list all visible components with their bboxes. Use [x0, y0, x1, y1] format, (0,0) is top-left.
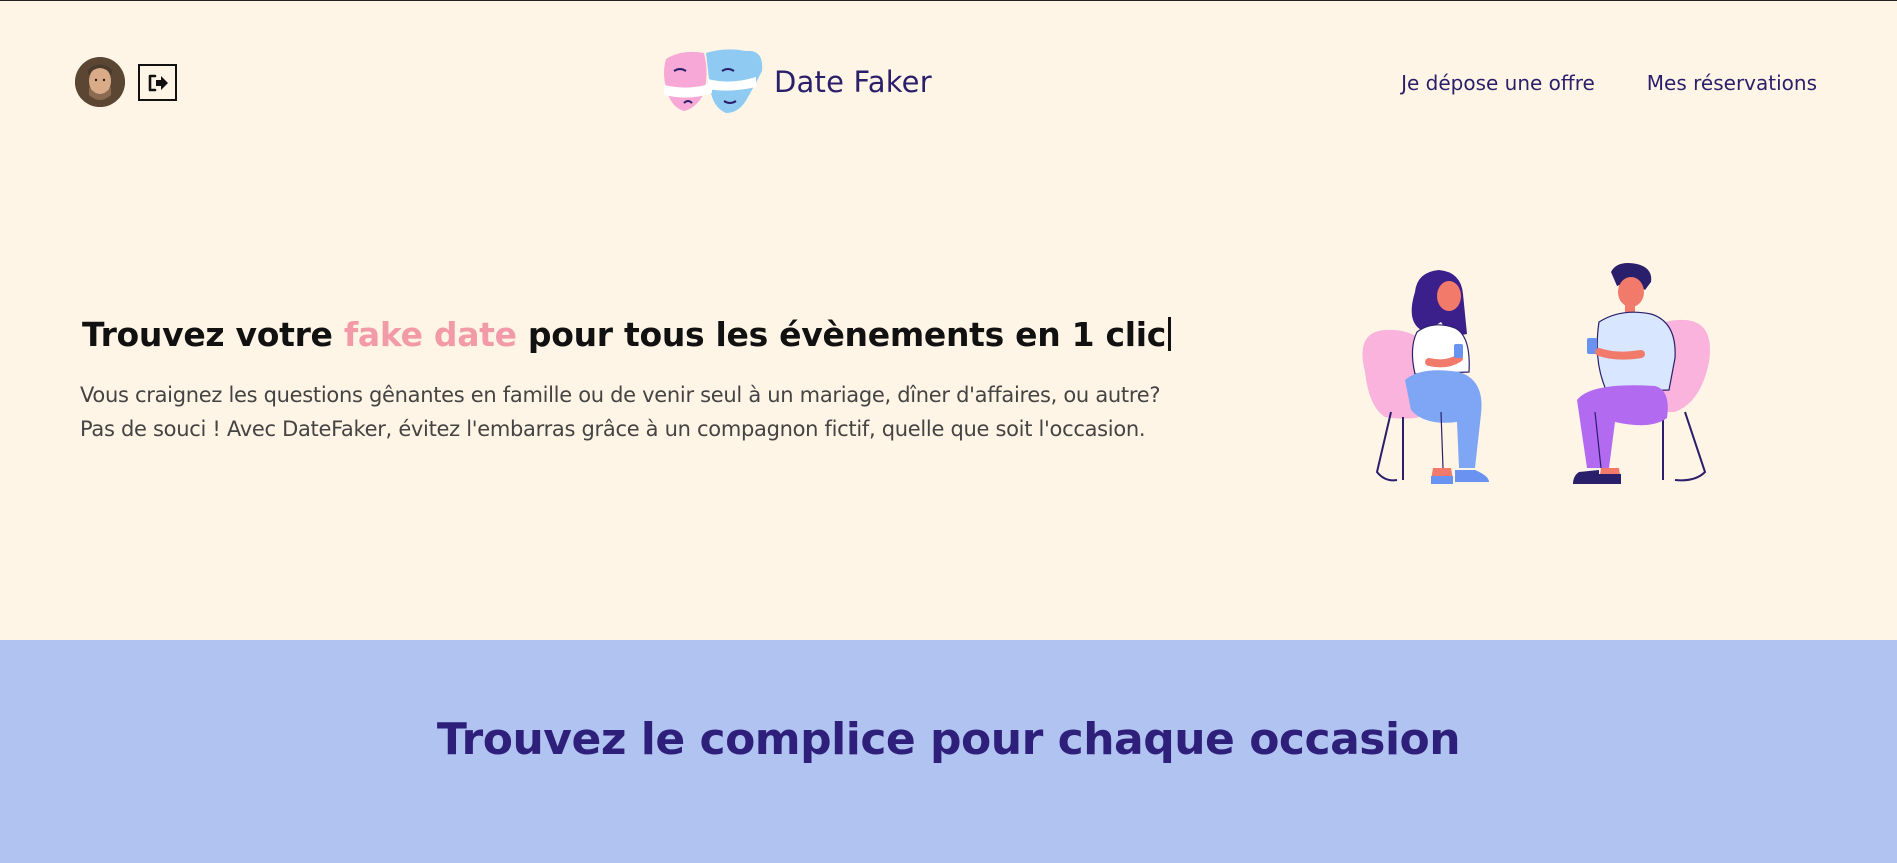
- hero-description-line-1: Vous craignez les questions gênantes en …: [80, 383, 1161, 407]
- user-avatar[interactable]: [75, 57, 125, 107]
- hero-title-start: Trouvez votre: [82, 315, 344, 354]
- nav-link-deposer-offre[interactable]: Je dépose une offre: [1401, 71, 1595, 95]
- occasions-section: Trouvez le complice pour chaque occasion: [0, 640, 1897, 863]
- nav-link-mes-reservations[interactable]: Mes réservations: [1647, 71, 1817, 95]
- hero-description: Vous craignez les questions gênantes en …: [80, 378, 1160, 446]
- hero-description-line-2: Pas de souci ! Avec DateFaker, évitez l'…: [80, 417, 1146, 441]
- couple-chatting-illustration: [1362, 263, 1710, 484]
- site-header: Date Faker Je dépose une offre Mes réser…: [0, 1, 1897, 161]
- logout-icon: [148, 74, 168, 91]
- hero-section: Trouvez votre fake date pour tous les év…: [0, 162, 1897, 640]
- hero-title-accent: fake date: [343, 315, 517, 354]
- avatar-portrait: [75, 57, 125, 107]
- logout-button[interactable]: [138, 64, 177, 101]
- typing-caret: [1168, 317, 1172, 351]
- hero-title: Trouvez votre fake date pour tous les év…: [82, 315, 1172, 354]
- main-nav: Je dépose une offre Mes réservations: [1401, 71, 1817, 95]
- brand-name: Date Faker: [774, 65, 932, 99]
- hero-title-end: pour tous les évènements en 1 clic: [516, 315, 1167, 354]
- brand-home-link[interactable]: Date Faker: [660, 47, 932, 117]
- theatre-masks-logo-icon: [664, 49, 763, 113]
- occasions-title: Trouvez le complice pour chaque occasion: [436, 714, 1461, 765]
